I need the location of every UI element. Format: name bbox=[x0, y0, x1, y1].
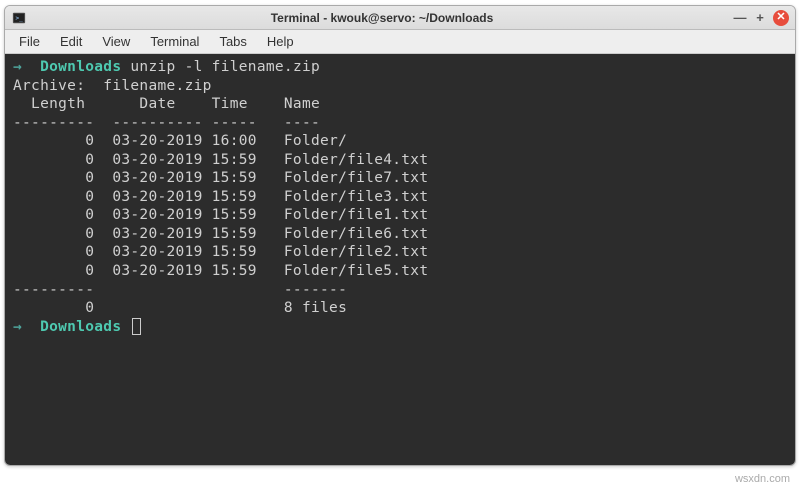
terminal-icon: >_ bbox=[11, 10, 27, 26]
output-row: 0 03-20-2019 15:59 Folder/file7.txt bbox=[13, 170, 428, 186]
output-row: 0 03-20-2019 16:00 Folder/ bbox=[13, 133, 347, 149]
output-row: 0 03-20-2019 15:59 Folder/file3.txt bbox=[13, 189, 428, 205]
menu-file[interactable]: File bbox=[9, 32, 50, 51]
cursor bbox=[132, 318, 141, 335]
menubar: File Edit View Terminal Tabs Help bbox=[5, 30, 795, 54]
menu-help[interactable]: Help bbox=[257, 32, 304, 51]
minimize-button[interactable]: — bbox=[733, 11, 747, 25]
menu-tabs[interactable]: Tabs bbox=[209, 32, 256, 51]
terminal-body[interactable]: → Downloads unzip -l filename.zip Archiv… bbox=[5, 54, 795, 465]
command-text: unzip -l filename.zip bbox=[130, 59, 320, 75]
svg-text:>_: >_ bbox=[16, 14, 24, 21]
output-row: 0 03-20-2019 15:59 Folder/file1.txt bbox=[13, 207, 428, 223]
watermark: wsxdn.com bbox=[735, 473, 790, 485]
menu-terminal[interactable]: Terminal bbox=[140, 32, 209, 51]
output-row: 0 03-20-2019 15:59 Folder/file2.txt bbox=[13, 244, 428, 260]
prompt-cwd: Downloads bbox=[40, 319, 121, 335]
menu-edit[interactable]: Edit bbox=[50, 32, 92, 51]
window-title: Terminal - kwouk@servo: ~/Downloads bbox=[31, 11, 733, 25]
output-row: 0 03-20-2019 15:59 Folder/file4.txt bbox=[13, 152, 428, 168]
output-sep2: --------- ------- bbox=[13, 282, 347, 298]
maximize-button[interactable]: + bbox=[753, 11, 767, 25]
output-sep1: --------- ---------- ----- ---- bbox=[13, 115, 320, 131]
prompt-cwd: Downloads bbox=[40, 59, 121, 75]
output-row: 0 03-20-2019 15:59 Folder/file5.txt bbox=[13, 263, 428, 279]
output-header: Length Date Time Name bbox=[13, 96, 320, 112]
window-controls: — + ✕ bbox=[733, 10, 789, 26]
output-archive: Archive: filename.zip bbox=[13, 78, 212, 94]
prompt-arrow: → bbox=[13, 319, 22, 335]
menu-view[interactable]: View bbox=[92, 32, 140, 51]
terminal-window: >_ Terminal - kwouk@servo: ~/Downloads —… bbox=[4, 5, 796, 466]
titlebar[interactable]: >_ Terminal - kwouk@servo: ~/Downloads —… bbox=[5, 6, 795, 30]
output-total: 0 8 files bbox=[13, 300, 347, 316]
close-button[interactable]: ✕ bbox=[773, 10, 789, 26]
prompt-arrow: → bbox=[13, 59, 22, 75]
output-row: 0 03-20-2019 15:59 Folder/file6.txt bbox=[13, 226, 428, 242]
